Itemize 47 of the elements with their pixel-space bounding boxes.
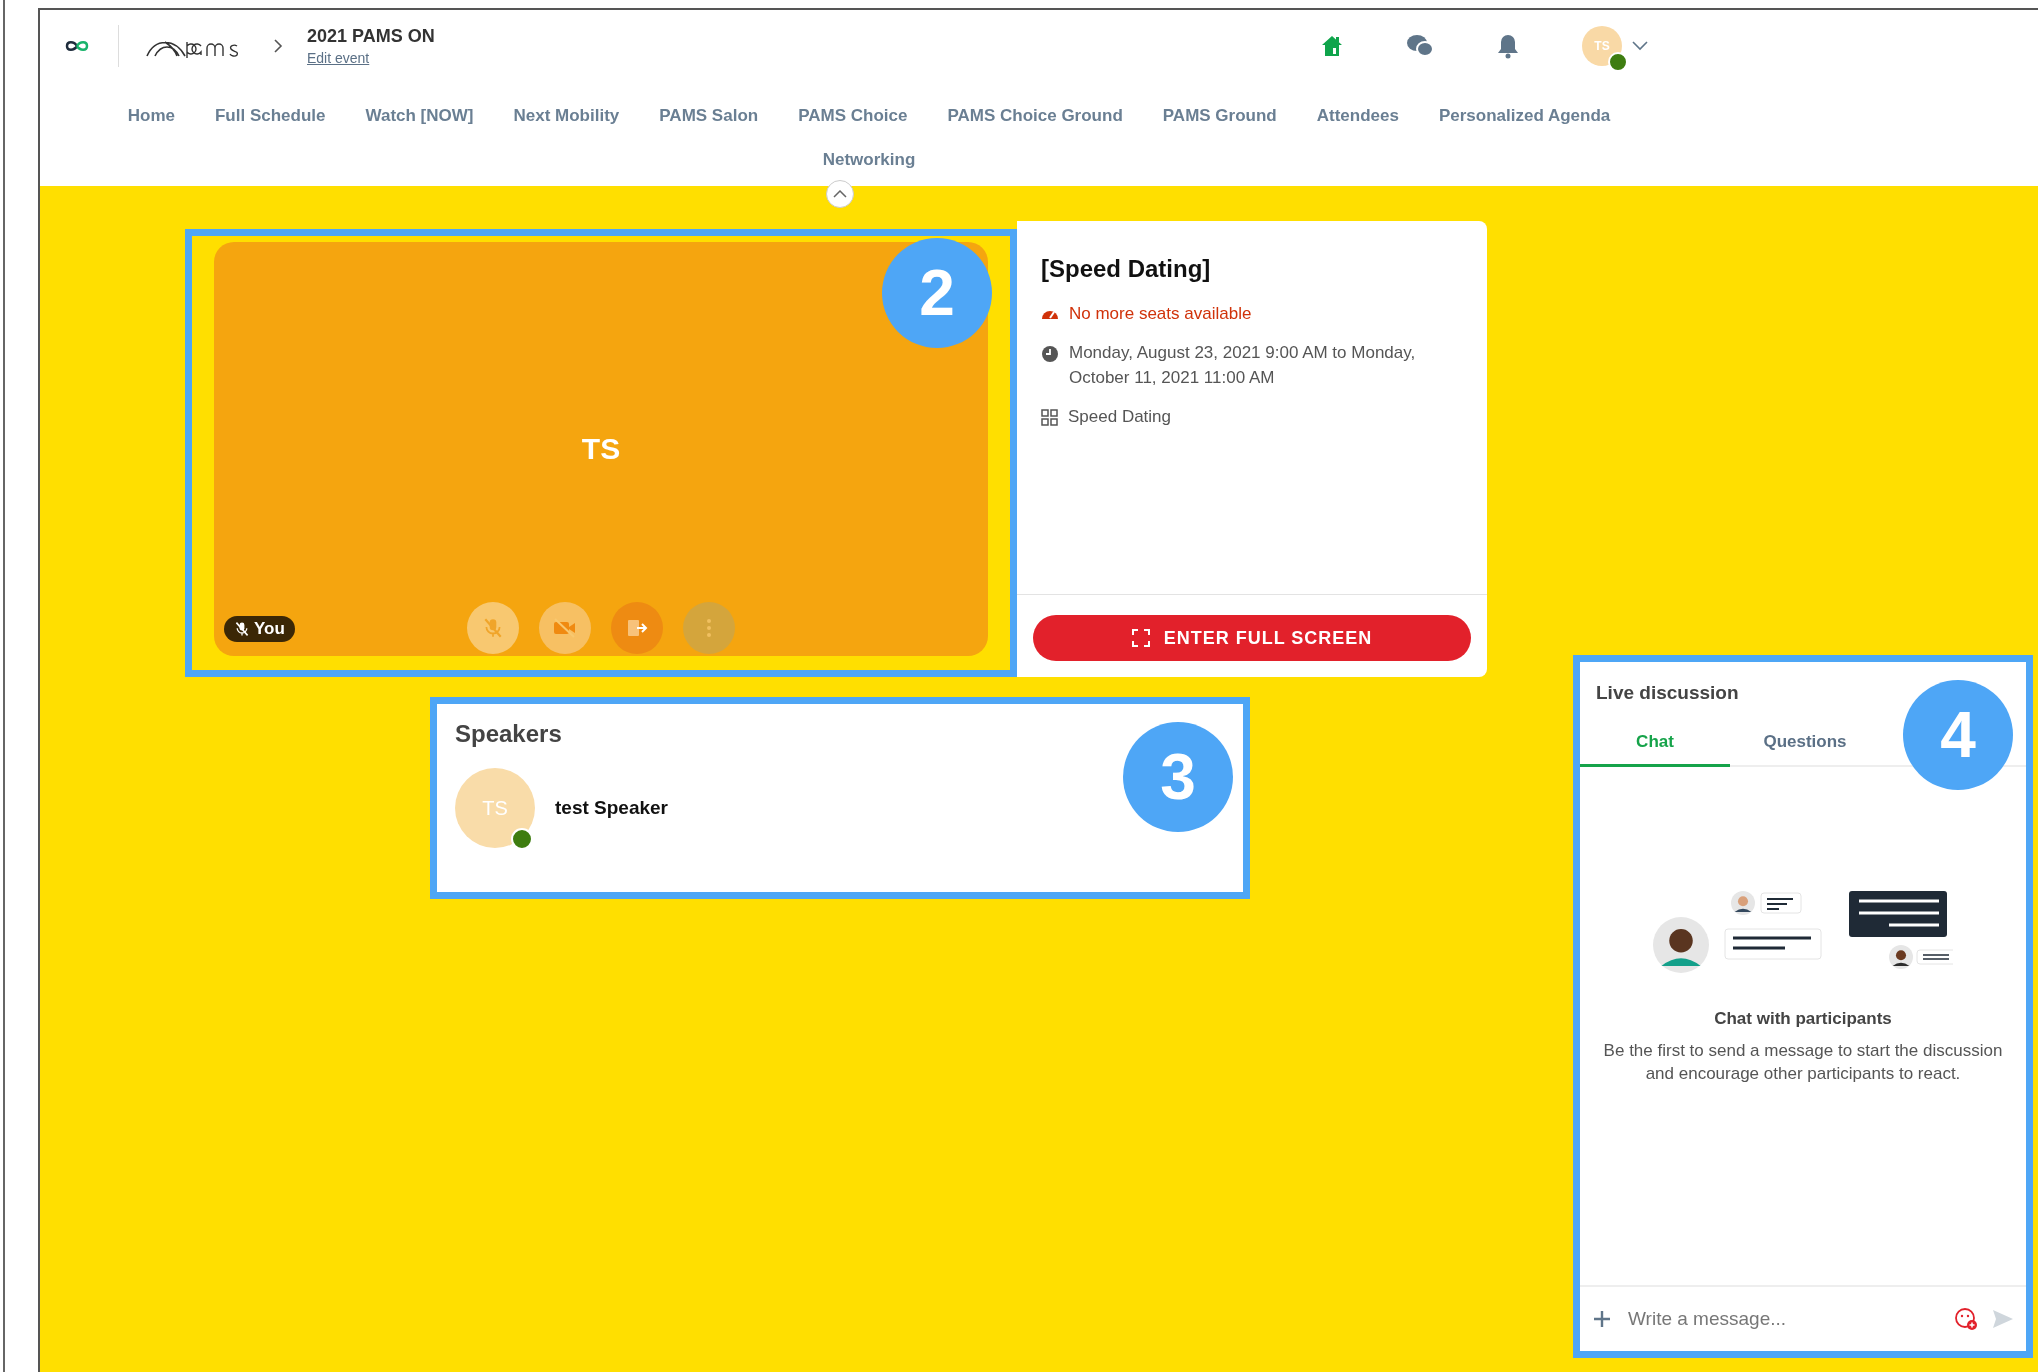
nav-link[interactable]: PAMS Choice Ground — [947, 106, 1123, 126]
tab[interactable]: Questions — [1730, 720, 1880, 767]
nav-link[interactable]: Next Mobility — [513, 106, 620, 126]
nav-link[interactable]: Personalized Agenda — [1438, 106, 1611, 126]
chevron-right-icon — [273, 38, 283, 54]
chevron-up-icon — [833, 190, 847, 198]
edit-event-link[interactable]: Edit event — [307, 50, 435, 66]
muted-microphone-icon — [482, 617, 504, 639]
empty-state-title: Chat with participants — [1714, 1009, 1892, 1029]
nav-link[interactable]: PAMS Ground — [1162, 106, 1277, 126]
schedule-text: Monday, August 23, 2021 9:00 AM to Monday, October 11, 2021 11:00 AM — [1069, 342, 1417, 389]
bell-icon[interactable] — [1496, 33, 1520, 59]
home-icon[interactable] — [1320, 34, 1344, 58]
nav-link[interactable]: Home — [127, 106, 175, 126]
event-title: 2021 PAMS ON — [307, 26, 435, 47]
panel-title: Live discussion — [1596, 682, 1739, 703]
clock-icon — [1041, 345, 1059, 363]
participant-initials: TS — [581, 432, 621, 466]
grid-icon — [1041, 409, 1058, 426]
fullscreen-button[interactable]: ENTER FULL SCREEN — [1033, 615, 1471, 661]
chevron-down-icon[interactable] — [1632, 41, 1648, 51]
emoji-add-icon[interactable] — [1954, 1307, 1978, 1331]
muted-microphone-icon — [234, 621, 250, 637]
nav-link[interactable]: Attendees — [1316, 106, 1399, 126]
infinity-logo-icon[interactable] — [64, 39, 90, 53]
exit-icon — [625, 617, 649, 639]
fullscreen-icon — [1131, 629, 1150, 647]
more-icon — [706, 617, 712, 639]
nav-link[interactable]: Networking — [822, 150, 916, 170]
speaker-name[interactable]: test Speaker — [555, 797, 668, 819]
nav-link[interactable]: Watch [NOW] — [365, 106, 474, 126]
nav-link[interactable]: PAMS Choice — [798, 106, 908, 126]
message-input[interactable]: Write a message... — [1626, 1307, 1940, 1331]
session-title: [Speed Dating] — [1041, 255, 1212, 283]
empty-state-text: Be the first to send a message to start the discussion and encourage other participants to react. — [1602, 1040, 2004, 1085]
plus-icon[interactable] — [1592, 1309, 1612, 1329]
self-label: You — [224, 616, 295, 642]
nav-link[interactable]: Full Schedule — [215, 106, 326, 126]
annotation-badge: 3 — [1123, 722, 1233, 832]
availability-text: No more seats available — [1069, 303, 1252, 325]
tab[interactable]: Chat — [1580, 720, 1730, 767]
nav-link[interactable]: PAMS Salon — [659, 106, 759, 126]
category-text: Speed Dating — [1068, 406, 1172, 428]
speaker-avatar: TS — [455, 768, 535, 848]
annotation-badge: 4 — [1903, 680, 2013, 790]
camera-off-icon — [552, 617, 578, 639]
speakers-heading: Speakers — [455, 720, 563, 748]
